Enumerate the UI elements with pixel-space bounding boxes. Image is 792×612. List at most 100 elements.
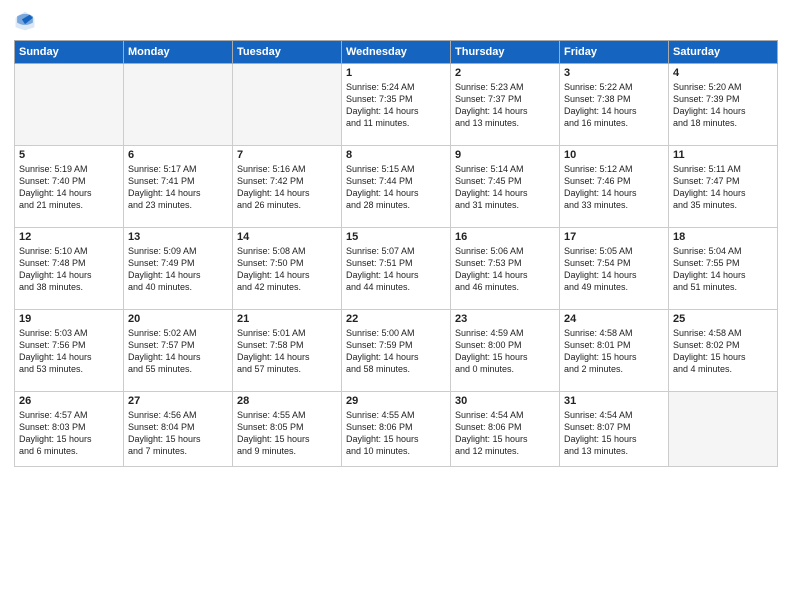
day-number: 20	[128, 313, 228, 325]
week-row-1: 5 Sunrise: 5:19 AMSunset: 7:40 PMDaylight…	[15, 146, 778, 228]
calendar-cell: 20 Sunrise: 5:02 AMSunset: 7:57 PMDayligh…	[124, 310, 233, 392]
calendar-cell: 22 Sunrise: 5:00 AMSunset: 7:59 PMDayligh…	[342, 310, 451, 392]
week-row-2: 12 Sunrise: 5:10 AMSunset: 7:48 PMDayligh…	[15, 228, 778, 310]
cell-info: Sunrise: 5:01 AMSunset: 7:58 PMDaylight:…	[237, 327, 337, 376]
day-number: 13	[128, 231, 228, 243]
cell-info: Sunrise: 4:58 AMSunset: 8:01 PMDaylight:…	[564, 327, 664, 376]
cell-info: Sunrise: 5:24 AMSunset: 7:35 PMDaylight:…	[346, 81, 446, 130]
day-number: 19	[19, 313, 119, 325]
cell-info: Sunrise: 4:55 AMSunset: 8:06 PMDaylight:…	[346, 409, 446, 458]
cell-info: Sunrise: 5:00 AMSunset: 7:59 PMDaylight:…	[346, 327, 446, 376]
calendar-cell: 8 Sunrise: 5:15 AMSunset: 7:44 PMDaylight…	[342, 146, 451, 228]
day-number: 15	[346, 231, 446, 243]
calendar-cell: 7 Sunrise: 5:16 AMSunset: 7:42 PMDaylight…	[233, 146, 342, 228]
cell-info: Sunrise: 4:54 AMSunset: 8:07 PMDaylight:…	[564, 409, 664, 458]
weekday-header-tuesday: Tuesday	[233, 41, 342, 64]
cell-info: Sunrise: 4:55 AMSunset: 8:05 PMDaylight:…	[237, 409, 337, 458]
cell-info: Sunrise: 5:15 AMSunset: 7:44 PMDaylight:…	[346, 163, 446, 212]
day-number: 26	[19, 395, 119, 407]
calendar-cell: 13 Sunrise: 5:09 AMSunset: 7:49 PMDayligh…	[124, 228, 233, 310]
calendar-cell: 25 Sunrise: 4:58 AMSunset: 8:02 PMDayligh…	[669, 310, 778, 392]
day-number: 12	[19, 231, 119, 243]
cell-info: Sunrise: 4:59 AMSunset: 8:00 PMDaylight:…	[455, 327, 555, 376]
calendar-cell: 23 Sunrise: 4:59 AMSunset: 8:00 PMDayligh…	[451, 310, 560, 392]
page: SundayMondayTuesdayWednesdayThursdayFrid…	[0, 0, 792, 612]
day-number: 25	[673, 313, 773, 325]
calendar-cell: 27 Sunrise: 4:56 AMSunset: 8:04 PMDayligh…	[124, 392, 233, 467]
day-number: 5	[19, 149, 119, 161]
day-number: 10	[564, 149, 664, 161]
day-number: 8	[346, 149, 446, 161]
calendar-cell: 11 Sunrise: 5:11 AMSunset: 7:47 PMDayligh…	[669, 146, 778, 228]
day-number: 23	[455, 313, 555, 325]
calendar-cell: 5 Sunrise: 5:19 AMSunset: 7:40 PMDaylight…	[15, 146, 124, 228]
cell-info: Sunrise: 5:16 AMSunset: 7:42 PMDaylight:…	[237, 163, 337, 212]
day-number: 27	[128, 395, 228, 407]
calendar-cell: 21Sunrise: 5:01 AMSunset: 7:58 PMDayligh…	[233, 310, 342, 392]
cell-info: Sunrise: 5:10 AMSunset: 7:48 PMDaylight:…	[19, 245, 119, 294]
cell-info: Sunrise: 5:20 AMSunset: 7:39 PMDaylight:…	[673, 81, 773, 130]
logo	[14, 10, 40, 32]
cell-info: Sunrise: 4:58 AMSunset: 8:02 PMDaylight:…	[673, 327, 773, 376]
cell-info: Sunrise: 5:22 AMSunset: 7:38 PMDaylight:…	[564, 81, 664, 130]
day-number: 7	[237, 149, 337, 161]
day-number: 6	[128, 149, 228, 161]
calendar-cell: 28 Sunrise: 4:55 AMSunset: 8:05 PMDayligh…	[233, 392, 342, 467]
calendar-table: SundayMondayTuesdayWednesdayThursdayFrid…	[14, 40, 778, 467]
cell-info: Sunrise: 5:11 AMSunset: 7:47 PMDaylight:…	[673, 163, 773, 212]
day-number: 30	[455, 395, 555, 407]
calendar-cell	[124, 64, 233, 146]
calendar-cell: 4Sunrise: 5:20 AMSunset: 7:39 PMDaylight…	[669, 64, 778, 146]
calendar-cell: 1 Sunrise: 5:24 AMSunset: 7:35 PMDaylight…	[342, 64, 451, 146]
calendar-cell: 15 Sunrise: 5:07 AMSunset: 7:51 PMDayligh…	[342, 228, 451, 310]
day-number: 28	[237, 395, 337, 407]
calendar-cell: 26 Sunrise: 4:57 AMSunset: 8:03 PMDayligh…	[15, 392, 124, 467]
cell-info: Sunrise: 5:06 AMSunset: 7:53 PMDaylight:…	[455, 245, 555, 294]
calendar-cell: 2 Sunrise: 5:23 AMSunset: 7:37 PMDaylight…	[451, 64, 560, 146]
day-number: 18	[673, 231, 773, 243]
week-row-0: 1 Sunrise: 5:24 AMSunset: 7:35 PMDaylight…	[15, 64, 778, 146]
week-row-4: 26 Sunrise: 4:57 AMSunset: 8:03 PMDayligh…	[15, 392, 778, 467]
day-number: 9	[455, 149, 555, 161]
calendar-cell: 10 Sunrise: 5:12 AMSunset: 7:46 PMDayligh…	[560, 146, 669, 228]
calendar-cell: 24 Sunrise: 4:58 AMSunset: 8:01 PMDayligh…	[560, 310, 669, 392]
cell-info: Sunrise: 5:08 AMSunset: 7:50 PMDaylight:…	[237, 245, 337, 294]
cell-info: Sunrise: 5:19 AMSunset: 7:40 PMDaylight:…	[19, 163, 119, 212]
weekday-header-monday: Monday	[124, 41, 233, 64]
day-number: 22	[346, 313, 446, 325]
calendar-cell: 12 Sunrise: 5:10 AMSunset: 7:48 PMDayligh…	[15, 228, 124, 310]
day-number: 29	[346, 395, 446, 407]
weekday-header-row: SundayMondayTuesdayWednesdayThursdayFrid…	[15, 41, 778, 64]
calendar-cell: 17Sunrise: 5:05 AMSunset: 7:54 PMDayligh…	[560, 228, 669, 310]
cell-info: Sunrise: 4:57 AMSunset: 8:03 PMDaylight:…	[19, 409, 119, 458]
calendar-cell: 29 Sunrise: 4:55 AMSunset: 8:06 PMDayligh…	[342, 392, 451, 467]
calendar-cell	[15, 64, 124, 146]
weekday-header-thursday: Thursday	[451, 41, 560, 64]
cell-info: Sunrise: 5:09 AMSunset: 7:49 PMDaylight:…	[128, 245, 228, 294]
calendar-cell: 9Sunrise: 5:14 AMSunset: 7:45 PMDaylight…	[451, 146, 560, 228]
day-number: 11	[673, 149, 773, 161]
day-number: 2	[455, 67, 555, 79]
cell-info: Sunrise: 5:07 AMSunset: 7:51 PMDaylight:…	[346, 245, 446, 294]
logo-icon	[14, 10, 36, 32]
day-number: 16	[455, 231, 555, 243]
cell-info: Sunrise: 4:56 AMSunset: 8:04 PMDaylight:…	[128, 409, 228, 458]
cell-info: Sunrise: 5:17 AMSunset: 7:41 PMDaylight:…	[128, 163, 228, 212]
cell-info: Sunrise: 5:05 AMSunset: 7:54 PMDaylight:…	[564, 245, 664, 294]
cell-info: Sunrise: 5:12 AMSunset: 7:46 PMDaylight:…	[564, 163, 664, 212]
cell-info: Sunrise: 5:23 AMSunset: 7:37 PMDaylight:…	[455, 81, 555, 130]
header	[14, 10, 778, 32]
day-number: 3	[564, 67, 664, 79]
weekday-header-saturday: Saturday	[669, 41, 778, 64]
calendar-cell	[669, 392, 778, 467]
day-number: 24	[564, 313, 664, 325]
weekday-header-wednesday: Wednesday	[342, 41, 451, 64]
calendar-cell	[233, 64, 342, 146]
day-number: 31	[564, 395, 664, 407]
day-number: 1	[346, 67, 446, 79]
cell-info: Sunrise: 5:03 AMSunset: 7:56 PMDaylight:…	[19, 327, 119, 376]
week-row-3: 19 Sunrise: 5:03 AMSunset: 7:56 PMDayligh…	[15, 310, 778, 392]
calendar-cell: 14Sunrise: 5:08 AMSunset: 7:50 PMDayligh…	[233, 228, 342, 310]
cell-info: Sunrise: 5:02 AMSunset: 7:57 PMDaylight:…	[128, 327, 228, 376]
cell-info: Sunrise: 5:04 AMSunset: 7:55 PMDaylight:…	[673, 245, 773, 294]
